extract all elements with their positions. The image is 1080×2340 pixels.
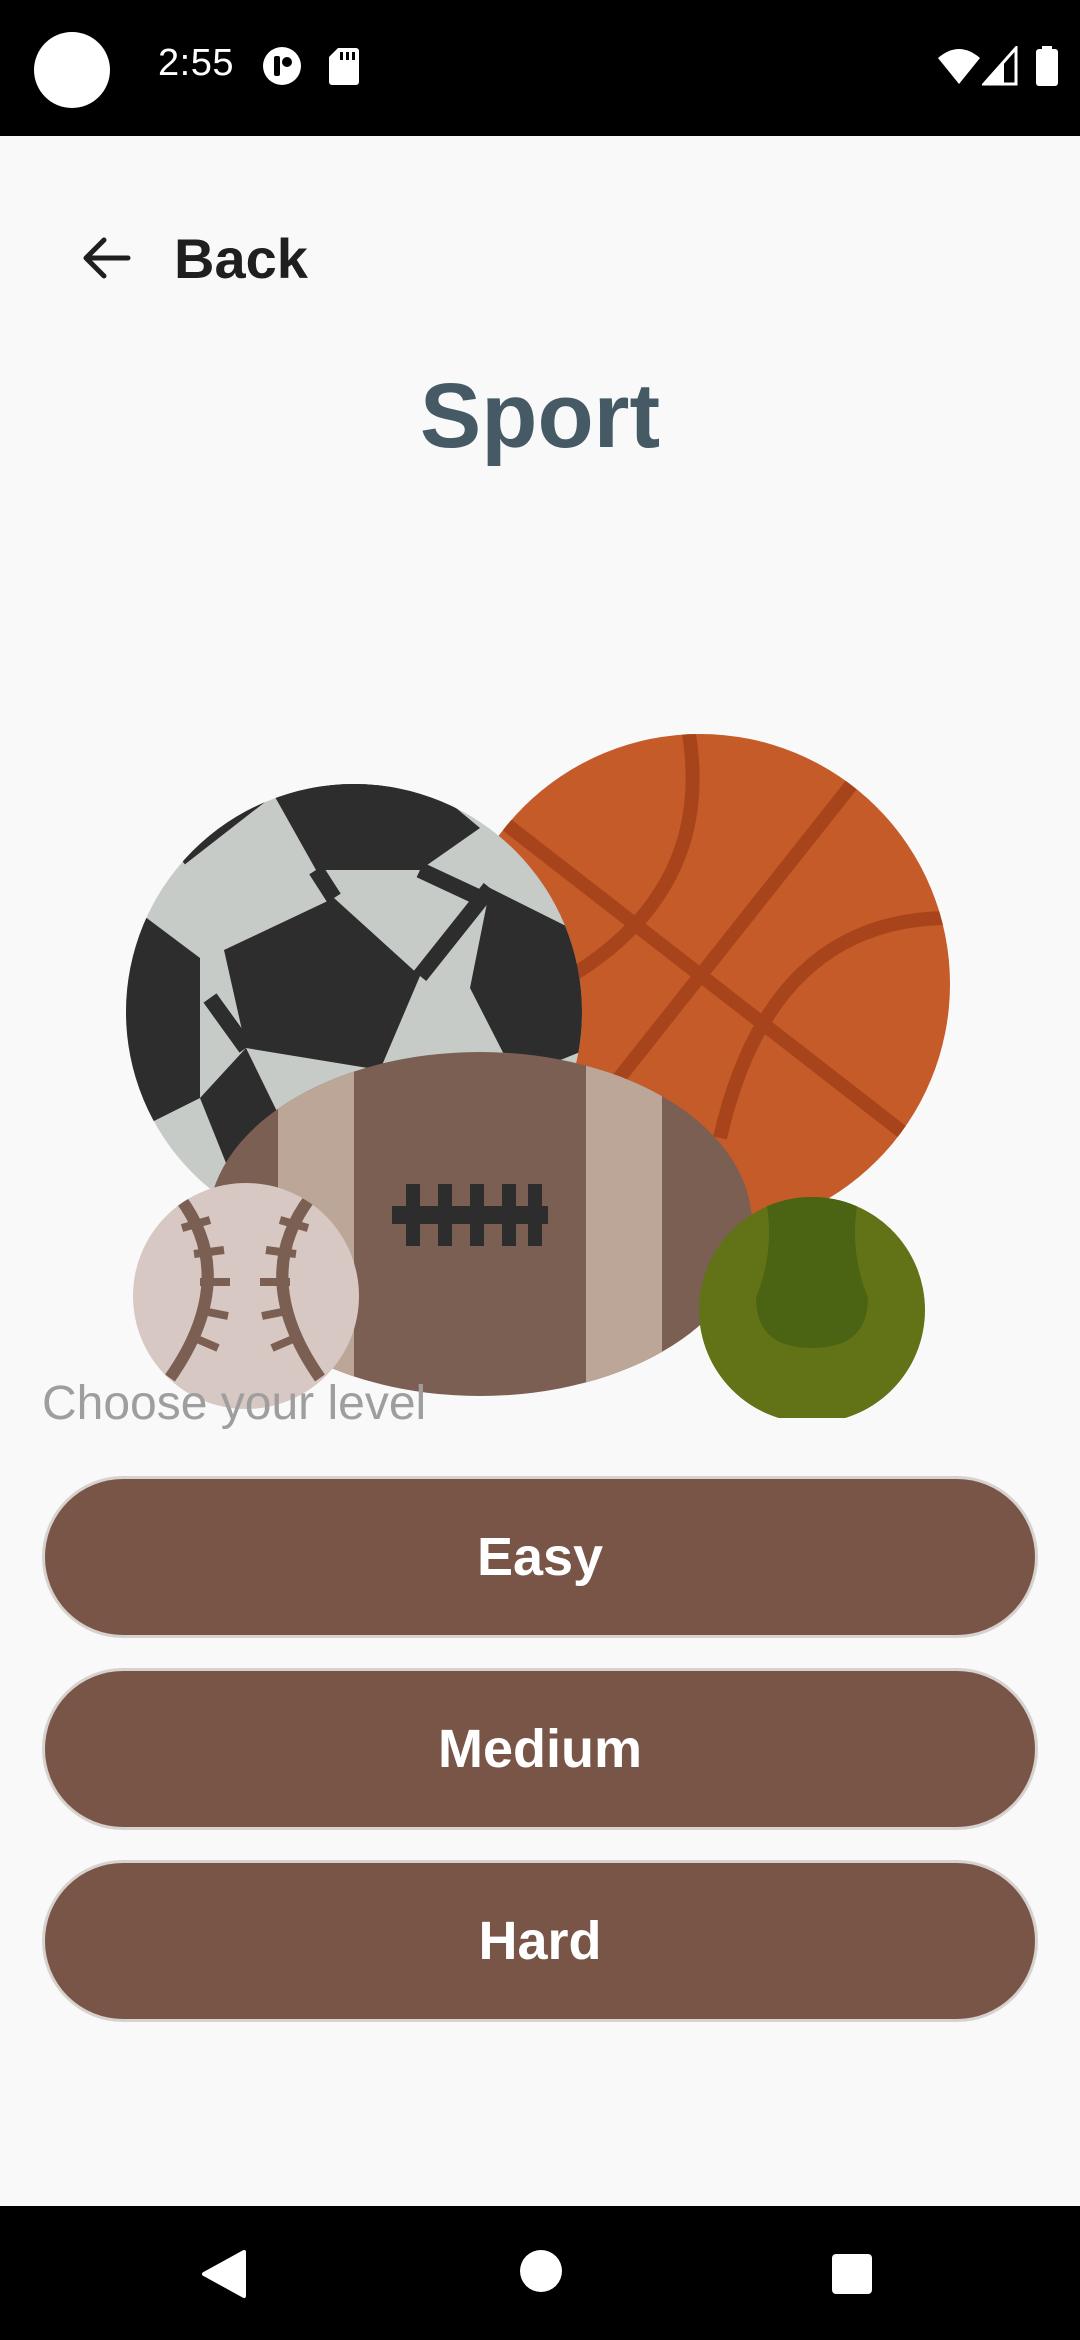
status-time: 2:55 — [158, 42, 234, 84]
level-prompt: Choose your level — [42, 1377, 427, 1430]
notification-icon — [263, 47, 301, 85]
battery-icon — [1036, 46, 1058, 86]
sports-balls-illustration — [126, 734, 950, 1418]
signal-icon — [982, 46, 1018, 86]
status-bar: 2:55 — [0, 0, 1080, 136]
back-button[interactable]: Back — [76, 208, 308, 308]
home-circle-icon[interactable] — [518, 2248, 564, 2294]
easy-button[interactable]: Easy — [42, 1476, 1038, 1638]
back-triangle-icon[interactable] — [200, 2248, 248, 2300]
page-title: Sport — [419, 365, 661, 467]
medium-button[interactable]: Medium — [42, 1668, 1038, 1830]
navigation-bar — [0, 2206, 1080, 2340]
camera-cutout — [34, 32, 110, 108]
hard-button[interactable]: Hard — [42, 1860, 1038, 2022]
app-content: Back Sport Choose your level Easy Medium… — [0, 136, 1080, 2206]
recents-square-icon[interactable] — [830, 2252, 874, 2296]
back-label: Back — [174, 226, 308, 290]
phone-screen: 2:55 Back Sport Choose your level Easy M… — [0, 0, 1080, 2340]
arrow-left-icon — [83, 237, 131, 279]
sd-card-icon — [329, 48, 359, 85]
wifi-icon — [938, 49, 980, 84]
